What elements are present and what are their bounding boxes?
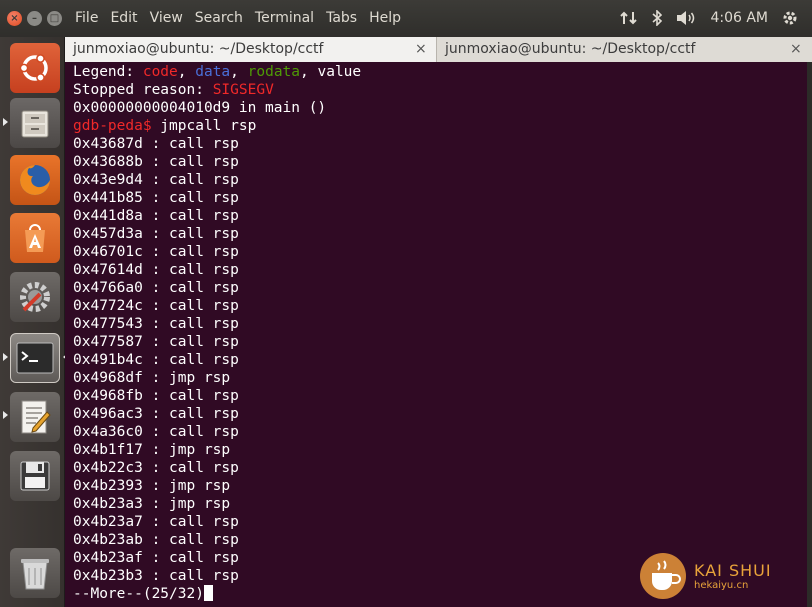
legend-separator: , xyxy=(300,64,318,80)
tab-bar: junmoxiao@ubuntu: ~/Desktop/cctf × junmo… xyxy=(65,37,812,62)
launcher-running-indicator xyxy=(3,118,8,126)
gadget-result-line: 0x47724c : call rsp xyxy=(73,298,239,314)
legend-separator: , xyxy=(177,64,196,80)
firefox-icon[interactable] xyxy=(10,155,60,205)
gadget-result-line: 0x43e9d4 : call rsp xyxy=(73,172,239,188)
close-tab-icon[interactable]: × xyxy=(415,37,427,62)
close-window-button[interactable]: × xyxy=(7,11,22,26)
legend-line: Legend: code, data, rodata, value xyxy=(73,63,807,81)
gadget-result-line: 0x43688b : call rsp xyxy=(73,154,239,170)
gadget-result-line: 0x4b23a3 : jmp rsp xyxy=(73,496,231,512)
tab-terminal-1[interactable]: junmoxiao@ubuntu: ~/Desktop/cctf × xyxy=(65,37,437,62)
network-arrows-icon[interactable] xyxy=(620,10,638,26)
gadget-result-line: 0x477587 : call rsp xyxy=(73,334,239,350)
ubuntu-dash-icon[interactable] xyxy=(10,43,60,93)
legend-rodata: rodata xyxy=(247,64,301,80)
watermark: KAI SHUI hekaiyu.cn xyxy=(638,547,810,605)
menu-bar: File Edit View Search Terminal Tabs Help xyxy=(75,10,413,26)
terminal-icon[interactable] xyxy=(10,333,60,383)
gadget-result-line: 0x46701c : call rsp xyxy=(73,244,239,260)
command-text: jmpcall rsp xyxy=(151,118,257,134)
launcher xyxy=(0,37,68,607)
gadget-result-line: 0x477543 : call rsp xyxy=(73,316,239,332)
gadget-result-line: 0x491b4c : call rsp xyxy=(73,352,239,368)
text-editor-icon[interactable] xyxy=(10,392,60,442)
launcher-running-indicator xyxy=(3,411,8,419)
gadget-result-line: 0x441b85 : call rsp xyxy=(73,190,239,206)
legend-value: value xyxy=(317,64,362,80)
gadget-result-line: 0x496ac3 : call rsp xyxy=(73,406,239,422)
terminal-output[interactable]: Legend: code, data, rodata, value Stoppe… xyxy=(65,62,807,607)
watermark-brand: KAI SHUI xyxy=(694,561,772,580)
maximize-window-button[interactable]: □ xyxy=(47,11,62,26)
menu-help[interactable]: Help xyxy=(369,10,401,26)
legend-data: data xyxy=(195,64,231,80)
minimize-window-button[interactable]: – xyxy=(27,11,42,26)
menu-view[interactable]: View xyxy=(150,10,183,26)
top-menubar: × – □ File Edit View Search Terminal Tab… xyxy=(0,0,812,37)
coffee-logo-icon xyxy=(640,553,686,599)
bluetooth-icon[interactable] xyxy=(652,10,663,26)
location-line: 0x00000000004010d9 in main () xyxy=(73,100,327,116)
tab-terminal-2[interactable]: junmoxiao@ubuntu: ~/Desktop/cctf × xyxy=(437,37,812,62)
gadget-result-line: 0x4b1f17 : jmp rsp xyxy=(73,442,231,458)
volume-icon[interactable] xyxy=(676,10,696,26)
legend-label: Legend: xyxy=(73,64,143,80)
software-center-icon[interactable] xyxy=(10,213,60,263)
menu-edit[interactable]: Edit xyxy=(110,10,137,26)
gadget-result-line: 0x4b22c3 : call rsp xyxy=(73,460,239,476)
trash-icon[interactable] xyxy=(10,548,60,598)
system-settings-icon[interactable] xyxy=(10,272,60,322)
tab-label: junmoxiao@ubuntu: ~/Desktop/cctf xyxy=(445,41,696,57)
gadget-result-line: 0x441d8a : call rsp xyxy=(73,208,239,224)
gear-icon[interactable] xyxy=(782,10,798,26)
tab-label: junmoxiao@ubuntu: ~/Desktop/cctf xyxy=(73,41,324,57)
gadget-result-line: 0x43687d : call rsp xyxy=(73,136,239,152)
legend-code: code xyxy=(142,64,178,80)
gadget-result-line: 0x47614d : call rsp xyxy=(73,262,239,278)
gadget-result-line: 0x4766a0 : call rsp xyxy=(73,280,239,296)
gadget-result-line: 0x457d3a : call rsp xyxy=(73,226,239,242)
gadget-result-line: 0x4968df : jmp rsp xyxy=(73,370,231,386)
legend-separator: , xyxy=(230,64,248,80)
pager-prompt: --More--(25/32) xyxy=(73,586,204,602)
gadget-result-line: 0x4b2393 : jmp rsp xyxy=(73,478,231,494)
menu-file[interactable]: File xyxy=(75,10,98,26)
gadget-result-line: 0x4968fb : call rsp xyxy=(73,388,239,404)
gadget-result-line: 0x4b23a7 : call rsp xyxy=(73,514,239,530)
stopped-reason-line: Stopped reason: SIGSEGV xyxy=(73,81,807,99)
stopped-label: Stopped reason: xyxy=(73,82,213,98)
watermark-site: hekaiyu.cn xyxy=(694,580,749,591)
command-line: gdb-peda$ jmpcall rsp xyxy=(73,117,807,135)
text-cursor xyxy=(203,585,213,601)
menu-tabs[interactable]: Tabs xyxy=(326,10,357,26)
close-tab-icon[interactable]: × xyxy=(790,37,802,62)
files-icon[interactable] xyxy=(10,98,60,148)
gdb-prompt: gdb-peda$ xyxy=(73,118,152,134)
menu-search[interactable]: Search xyxy=(195,10,243,26)
save-disk-icon[interactable] xyxy=(10,451,60,501)
launcher-running-indicator xyxy=(3,353,8,361)
gadget-result-line: 0x4a36c0 : call rsp xyxy=(73,424,239,440)
menu-terminal[interactable]: Terminal xyxy=(255,10,314,26)
clock[interactable]: 4:06 AM xyxy=(710,10,768,26)
indicator-area: 4:06 AM xyxy=(606,10,798,26)
stopped-reason: SIGSEGV xyxy=(212,82,274,98)
gadget-results: 0x43687d : call rsp 0x43688b : call rsp 0x… xyxy=(73,135,807,585)
